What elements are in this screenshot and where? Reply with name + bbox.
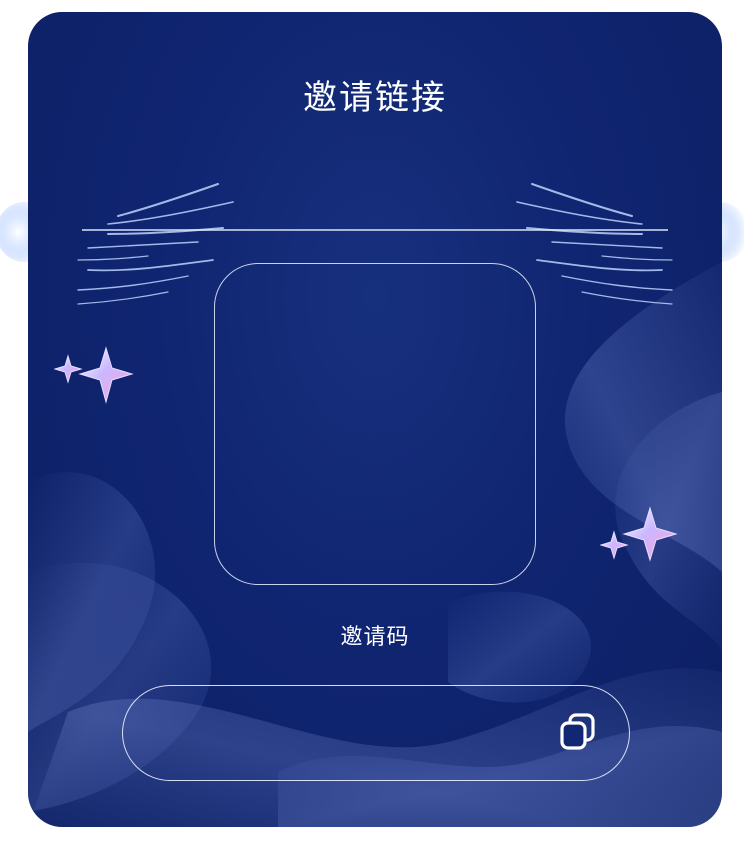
invite-code-label: 邀请码	[340, 625, 410, 650]
title-divider	[82, 229, 668, 231]
copy-button[interactable]	[559, 712, 597, 752]
dialog-title: 邀请链接	[303, 78, 447, 118]
copy-icon	[560, 713, 595, 750]
qr-code-frame	[214, 263, 536, 585]
sparkle-stars-icon	[54, 346, 134, 404]
sparkle-stars-icon	[600, 506, 678, 562]
invite-link-card: 邀请链接 邀请码	[28, 12, 722, 827]
invite-code-field	[122, 685, 630, 781]
